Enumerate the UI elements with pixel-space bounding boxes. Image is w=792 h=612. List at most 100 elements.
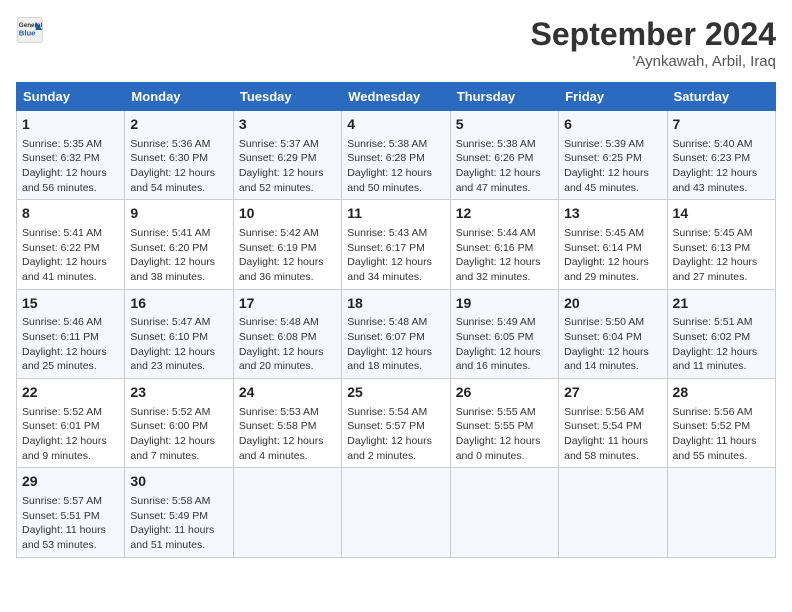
calendar-cell: 1Sunrise: 5:35 AMSunset: 6:32 PMDaylight… xyxy=(17,111,125,200)
day-number: 5 xyxy=(456,115,553,135)
day-info: Sunrise: 5:47 AMSunset: 6:10 PMDaylight:… xyxy=(130,315,227,374)
day-number: 17 xyxy=(239,294,336,314)
day-number: 25 xyxy=(347,383,444,403)
day-info: Sunrise: 5:55 AMSunset: 5:55 PMDaylight:… xyxy=(456,405,553,464)
calendar-cell: 22Sunrise: 5:52 AMSunset: 6:01 PMDayligh… xyxy=(17,379,125,468)
day-number: 27 xyxy=(564,383,661,403)
location: 'Aynkawah, Arbil, Iraq xyxy=(531,53,776,70)
col-wednesday: Wednesday xyxy=(342,83,450,111)
calendar-row: 29Sunrise: 5:57 AMSunset: 5:51 PMDayligh… xyxy=(17,468,776,557)
day-info: Sunrise: 5:38 AMSunset: 6:28 PMDaylight:… xyxy=(347,137,444,196)
day-number: 3 xyxy=(239,115,336,135)
calendar-row: 15Sunrise: 5:46 AMSunset: 6:11 PMDayligh… xyxy=(17,289,776,378)
logo: General Blue xyxy=(16,16,44,44)
calendar-cell: 24Sunrise: 5:53 AMSunset: 5:58 PMDayligh… xyxy=(233,379,341,468)
day-info: Sunrise: 5:42 AMSunset: 6:19 PMDaylight:… xyxy=(239,226,336,285)
logo-icon: General Blue xyxy=(16,16,44,44)
calendar-row: 22Sunrise: 5:52 AMSunset: 6:01 PMDayligh… xyxy=(17,379,776,468)
day-number: 28 xyxy=(673,383,770,403)
day-number: 30 xyxy=(130,472,227,492)
day-number: 1 xyxy=(22,115,119,135)
day-info: Sunrise: 5:45 AMSunset: 6:14 PMDaylight:… xyxy=(564,226,661,285)
title-block: September 2024 'Aynkawah, Arbil, Iraq xyxy=(531,16,776,70)
calendar-cell xyxy=(342,468,450,557)
calendar-cell: 16Sunrise: 5:47 AMSunset: 6:10 PMDayligh… xyxy=(125,289,233,378)
calendar-cell: 8Sunrise: 5:41 AMSunset: 6:22 PMDaylight… xyxy=(17,200,125,289)
col-monday: Monday xyxy=(125,83,233,111)
day-number: 18 xyxy=(347,294,444,314)
calendar-cell: 26Sunrise: 5:55 AMSunset: 5:55 PMDayligh… xyxy=(450,379,558,468)
day-number: 20 xyxy=(564,294,661,314)
day-info: Sunrise: 5:53 AMSunset: 5:58 PMDaylight:… xyxy=(239,405,336,464)
calendar-cell: 4Sunrise: 5:38 AMSunset: 6:28 PMDaylight… xyxy=(342,111,450,200)
svg-text:Blue: Blue xyxy=(19,29,36,38)
day-number: 23 xyxy=(130,383,227,403)
calendar-row: 8Sunrise: 5:41 AMSunset: 6:22 PMDaylight… xyxy=(17,200,776,289)
month-title: September 2024 xyxy=(531,16,776,53)
calendar-cell: 7Sunrise: 5:40 AMSunset: 6:23 PMDaylight… xyxy=(667,111,775,200)
calendar-cell: 25Sunrise: 5:54 AMSunset: 5:57 PMDayligh… xyxy=(342,379,450,468)
day-info: Sunrise: 5:46 AMSunset: 6:11 PMDaylight:… xyxy=(22,315,119,374)
calendar-cell: 28Sunrise: 5:56 AMSunset: 5:52 PMDayligh… xyxy=(667,379,775,468)
day-info: Sunrise: 5:51 AMSunset: 6:02 PMDaylight:… xyxy=(673,315,770,374)
col-thursday: Thursday xyxy=(450,83,558,111)
calendar-cell: 12Sunrise: 5:44 AMSunset: 6:16 PMDayligh… xyxy=(450,200,558,289)
day-info: Sunrise: 5:43 AMSunset: 6:17 PMDaylight:… xyxy=(347,226,444,285)
day-info: Sunrise: 5:52 AMSunset: 6:01 PMDaylight:… xyxy=(22,405,119,464)
col-friday: Friday xyxy=(559,83,667,111)
calendar-cell xyxy=(559,468,667,557)
calendar-cell xyxy=(450,468,558,557)
day-info: Sunrise: 5:45 AMSunset: 6:13 PMDaylight:… xyxy=(673,226,770,285)
day-number: 8 xyxy=(22,204,119,224)
col-sunday: Sunday xyxy=(17,83,125,111)
day-info: Sunrise: 5:56 AMSunset: 5:54 PMDaylight:… xyxy=(564,405,661,464)
day-info: Sunrise: 5:54 AMSunset: 5:57 PMDaylight:… xyxy=(347,405,444,464)
calendar-cell xyxy=(667,468,775,557)
calendar-cell: 6Sunrise: 5:39 AMSunset: 6:25 PMDaylight… xyxy=(559,111,667,200)
day-number: 14 xyxy=(673,204,770,224)
calendar-cell: 18Sunrise: 5:48 AMSunset: 6:07 PMDayligh… xyxy=(342,289,450,378)
day-info: Sunrise: 5:39 AMSunset: 6:25 PMDaylight:… xyxy=(564,137,661,196)
calendar-row: 1Sunrise: 5:35 AMSunset: 6:32 PMDaylight… xyxy=(17,111,776,200)
calendar-cell: 2Sunrise: 5:36 AMSunset: 6:30 PMDaylight… xyxy=(125,111,233,200)
calendar-table: Sunday Monday Tuesday Wednesday Thursday… xyxy=(16,82,776,558)
col-saturday: Saturday xyxy=(667,83,775,111)
day-info: Sunrise: 5:50 AMSunset: 6:04 PMDaylight:… xyxy=(564,315,661,374)
day-number: 2 xyxy=(130,115,227,135)
calendar-cell: 14Sunrise: 5:45 AMSunset: 6:13 PMDayligh… xyxy=(667,200,775,289)
day-info: Sunrise: 5:57 AMSunset: 5:51 PMDaylight:… xyxy=(22,494,119,553)
calendar-cell: 3Sunrise: 5:37 AMSunset: 6:29 PMDaylight… xyxy=(233,111,341,200)
day-number: 19 xyxy=(456,294,553,314)
day-info: Sunrise: 5:56 AMSunset: 5:52 PMDaylight:… xyxy=(673,405,770,464)
day-info: Sunrise: 5:41 AMSunset: 6:22 PMDaylight:… xyxy=(22,226,119,285)
calendar-cell: 11Sunrise: 5:43 AMSunset: 6:17 PMDayligh… xyxy=(342,200,450,289)
day-number: 15 xyxy=(22,294,119,314)
col-tuesday: Tuesday xyxy=(233,83,341,111)
day-info: Sunrise: 5:52 AMSunset: 6:00 PMDaylight:… xyxy=(130,405,227,464)
day-number: 21 xyxy=(673,294,770,314)
day-info: Sunrise: 5:49 AMSunset: 6:05 PMDaylight:… xyxy=(456,315,553,374)
day-number: 4 xyxy=(347,115,444,135)
day-info: Sunrise: 5:58 AMSunset: 5:49 PMDaylight:… xyxy=(130,494,227,553)
calendar-cell: 30Sunrise: 5:58 AMSunset: 5:49 PMDayligh… xyxy=(125,468,233,557)
calendar-cell: 20Sunrise: 5:50 AMSunset: 6:04 PMDayligh… xyxy=(559,289,667,378)
page-header: General Blue September 2024 'Aynkawah, A… xyxy=(16,16,776,70)
day-number: 12 xyxy=(456,204,553,224)
day-info: Sunrise: 5:36 AMSunset: 6:30 PMDaylight:… xyxy=(130,137,227,196)
day-number: 6 xyxy=(564,115,661,135)
day-info: Sunrise: 5:48 AMSunset: 6:08 PMDaylight:… xyxy=(239,315,336,374)
day-info: Sunrise: 5:38 AMSunset: 6:26 PMDaylight:… xyxy=(456,137,553,196)
day-number: 26 xyxy=(456,383,553,403)
calendar-cell: 29Sunrise: 5:57 AMSunset: 5:51 PMDayligh… xyxy=(17,468,125,557)
day-number: 16 xyxy=(130,294,227,314)
day-number: 10 xyxy=(239,204,336,224)
calendar-cell: 10Sunrise: 5:42 AMSunset: 6:19 PMDayligh… xyxy=(233,200,341,289)
day-info: Sunrise: 5:37 AMSunset: 6:29 PMDaylight:… xyxy=(239,137,336,196)
calendar-cell: 23Sunrise: 5:52 AMSunset: 6:00 PMDayligh… xyxy=(125,379,233,468)
calendar-cell: 13Sunrise: 5:45 AMSunset: 6:14 PMDayligh… xyxy=(559,200,667,289)
day-info: Sunrise: 5:40 AMSunset: 6:23 PMDaylight:… xyxy=(673,137,770,196)
day-number: 13 xyxy=(564,204,661,224)
day-number: 22 xyxy=(22,383,119,403)
day-info: Sunrise: 5:48 AMSunset: 6:07 PMDaylight:… xyxy=(347,315,444,374)
calendar-cell: 15Sunrise: 5:46 AMSunset: 6:11 PMDayligh… xyxy=(17,289,125,378)
